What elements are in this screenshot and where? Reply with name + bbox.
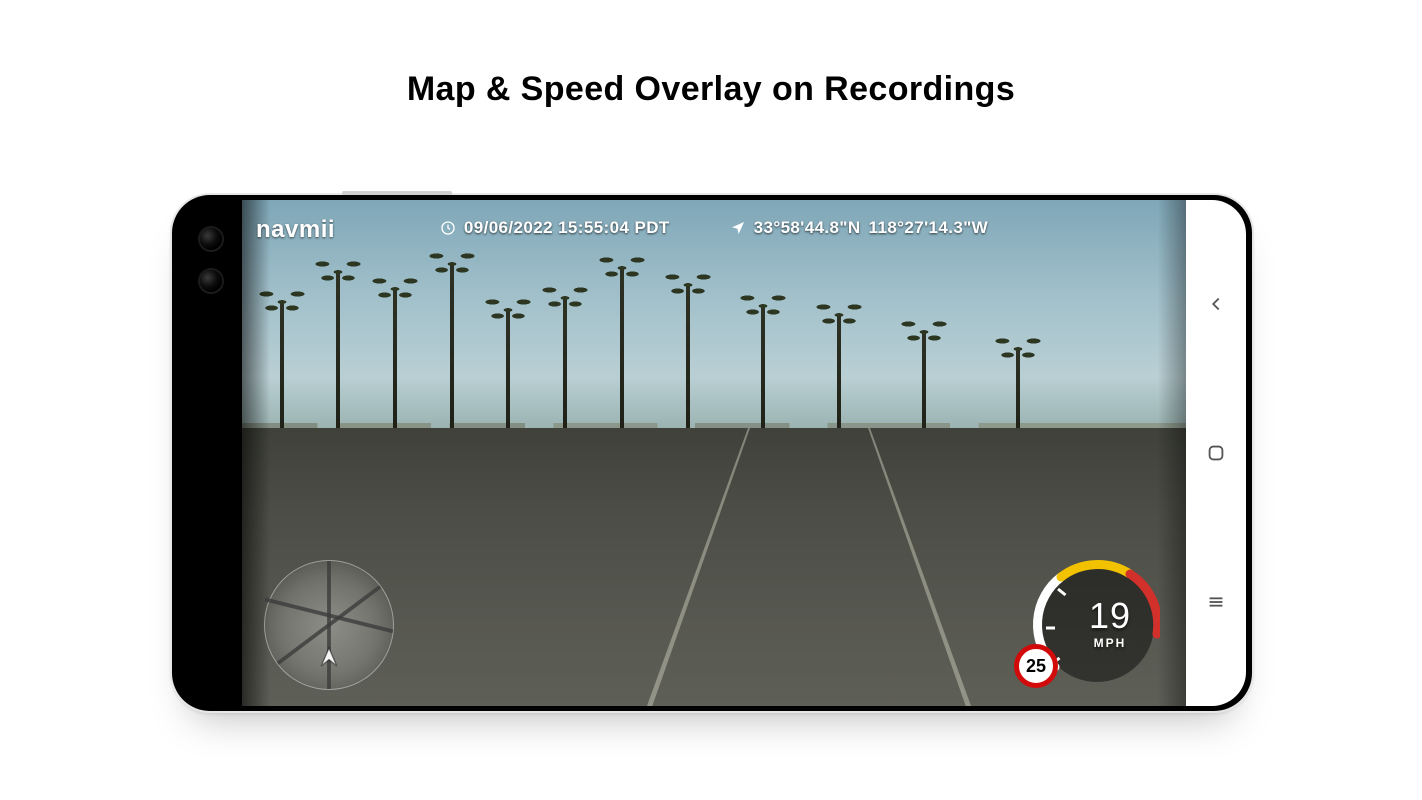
nav-recents-button[interactable] <box>1202 588 1230 616</box>
timestamp-text: 09/06/2022 15:55:04 PDT <box>464 218 670 238</box>
speed-limit-sign: 25 <box>1014 644 1058 688</box>
overlay-coordinates: 33°58'44.8"N 118°27'14.3"W <box>730 218 988 238</box>
minimap-roads-icon <box>265 561 393 689</box>
longitude-text: 118°27'14.3"W <box>869 218 989 238</box>
nav-home-button[interactable] <box>1202 439 1230 467</box>
front-camera-icon <box>200 228 222 250</box>
chevron-left-icon <box>1205 293 1227 315</box>
front-camera-icon <box>200 270 222 292</box>
latitude-text: 33°58'44.8"N <box>754 218 861 238</box>
phone-power-ridge <box>342 191 452 195</box>
nav-back-button[interactable] <box>1202 290 1230 318</box>
menu-lines-icon <box>1205 591 1227 613</box>
speed-limit-value: 25 <box>1026 656 1046 677</box>
phone-shadow <box>262 709 1162 733</box>
scene-palms <box>242 240 1186 453</box>
brand-logo: navmii <box>256 216 335 244</box>
dashcam-viewport: navmii 09/06/2022 15:55:04 PDT 33°58'44.… <box>242 200 1186 706</box>
phone-frame: navmii 09/06/2022 15:55:04 PDT 33°58'44.… <box>172 195 1252 711</box>
home-square-icon <box>1205 442 1227 464</box>
promo-page: Map & Speed Overlay on Recordings <box>0 0 1422 800</box>
overlay-timestamp: 09/06/2022 15:55:04 PDT <box>440 218 670 238</box>
speed-unit: MPH <box>1082 636 1138 650</box>
speed-value: 19 <box>1078 598 1142 634</box>
phone-screen: navmii 09/06/2022 15:55:04 PDT 33°58'44.… <box>178 200 1246 706</box>
system-navbar <box>1186 200 1246 706</box>
page-title: Map & Speed Overlay on Recordings <box>0 70 1422 109</box>
speed-gauge: 19 MPH 25 <box>1010 544 1160 694</box>
minimap-overlay <box>264 560 394 690</box>
location-arrow-icon <box>730 220 746 236</box>
clock-icon <box>440 220 456 236</box>
overlay-top-bar: 09/06/2022 15:55:04 PDT 33°58'44.8"N 118… <box>242 218 1186 238</box>
front-camera-bezel <box>178 200 242 706</box>
